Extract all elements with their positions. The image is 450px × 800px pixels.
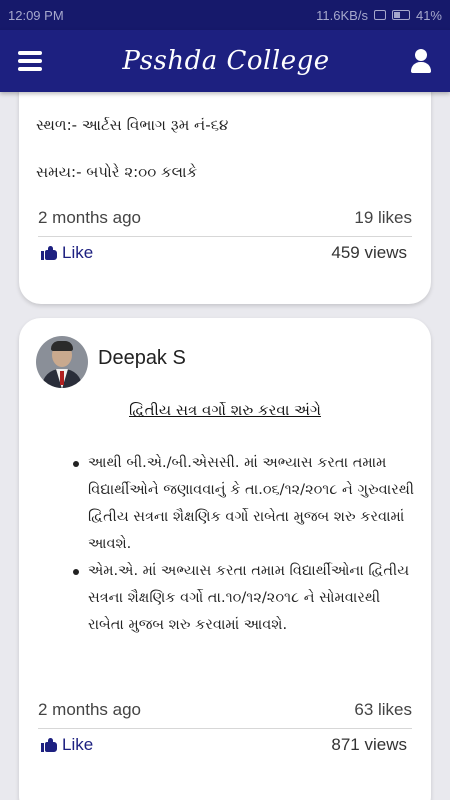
post-feed[interactable]: સ્થળ:- આર્ટસ વિભાગ રૂમ નં-૬૪ સમય:- બપોરે… bbox=[0, 92, 450, 800]
battery-level: 41% bbox=[415, 7, 442, 23]
status-bar: 12:09 PM 11.6KB/s 41% bbox=[0, 0, 450, 30]
app-title: Psshda College bbox=[122, 46, 330, 76]
avatar[interactable] bbox=[36, 336, 88, 388]
app-bar: Psshda College bbox=[0, 30, 450, 92]
author-name[interactable]: Deepak S bbox=[98, 347, 186, 370]
post-time: 2 months ago bbox=[38, 208, 142, 227]
thumbs-up-icon bbox=[41, 246, 57, 260]
list-item: આથી બી.એ./બી.એસસી. માં અભ્યાસ કરતા તમામ … bbox=[73, 450, 417, 558]
like-label: Like bbox=[62, 243, 94, 262]
signal-icon bbox=[373, 10, 386, 20]
user-icon[interactable] bbox=[410, 49, 432, 73]
like-count: 63 likes bbox=[354, 700, 412, 719]
like-count: 19 likes bbox=[354, 208, 412, 227]
post-text-line: સમય:- બપોરે ૨:૦૦ કલાકે bbox=[36, 163, 198, 181]
post-body: આથી બી.એ./બી.એસસી. માં અભ્યાસ કરતા તમામ … bbox=[73, 450, 417, 639]
like-label: Like bbox=[62, 735, 94, 754]
post-meta: 2 months ago 63 likes bbox=[38, 700, 412, 720]
post-time: 2 months ago bbox=[38, 700, 142, 719]
status-indicators: 11.6KB/s 41% bbox=[316, 8, 442, 23]
post-actions: Like 459 views bbox=[41, 236, 407, 270]
post-meta: 2 months ago 19 likes bbox=[38, 208, 412, 228]
post-card: સ્થળ:- આર્ટસ વિભાગ રૂમ નં-૬૪ સમય:- બપોરે… bbox=[19, 92, 431, 304]
like-button[interactable]: Like bbox=[41, 243, 93, 263]
post-title: દ્વિતીય સત્ર વર્ગો શરુ કરવા અંગે bbox=[129, 401, 321, 419]
like-button[interactable]: Like bbox=[41, 735, 93, 755]
post-text-line: સ્થળ:- આર્ટસ વિભાગ રૂમ નં-૬૪ bbox=[36, 116, 229, 134]
status-time: 12:09 PM bbox=[8, 7, 64, 23]
menu-icon[interactable] bbox=[18, 51, 42, 71]
view-count: 871 views bbox=[331, 735, 407, 754]
battery-icon bbox=[391, 10, 410, 20]
post-actions: Like 871 views bbox=[41, 728, 407, 762]
network-speed: 11.6KB/s bbox=[316, 7, 368, 23]
view-count: 459 views bbox=[331, 243, 407, 262]
thumbs-up-icon bbox=[41, 738, 57, 752]
post-card: Deepak S દ્વિતીય સત્ર વર્ગો શરુ કરવા અંગ… bbox=[19, 318, 431, 800]
list-item: એમ.એ. માં અભ્યાસ કરતા તમામ વિદ્યાર્થીઓના… bbox=[73, 558, 417, 639]
